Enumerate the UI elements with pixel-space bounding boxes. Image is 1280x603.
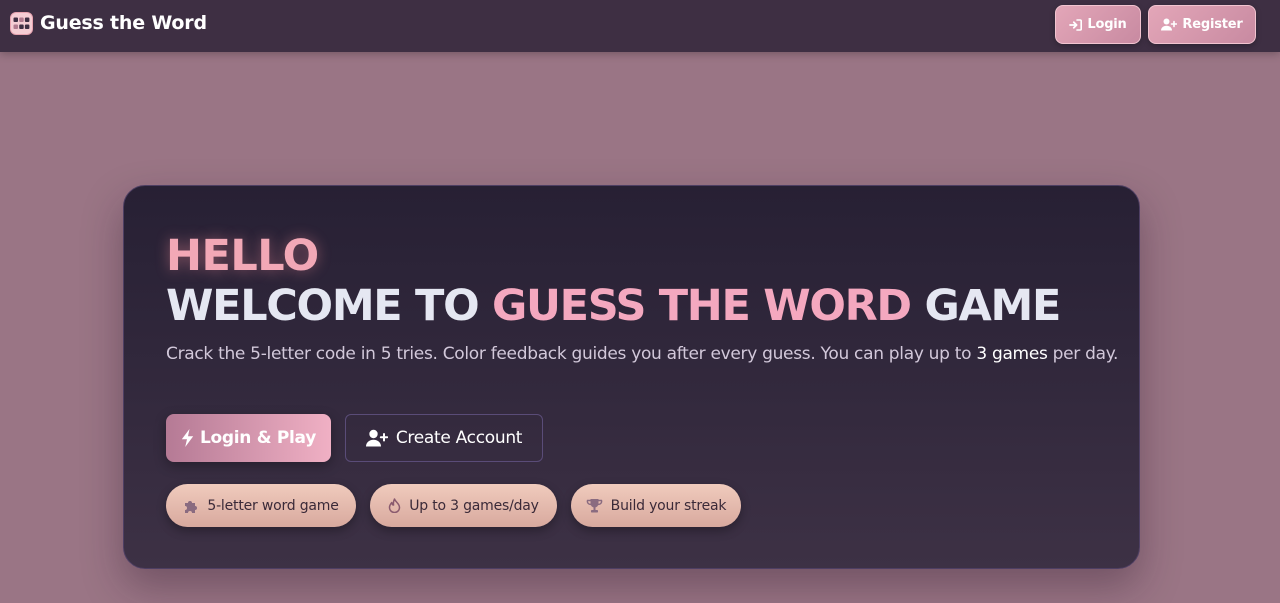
hello-heading: HELLO <box>166 231 319 281</box>
feature-pill-games-per-day: Up to 3 games/day <box>370 484 557 527</box>
sign-in-icon <box>1069 18 1083 31</box>
hero-card: HELLO WELCOME TO GUESS THE WORD GAME Cra… <box>123 185 1140 569</box>
nav-login-button[interactable]: Login <box>1055 5 1141 44</box>
bolt-icon <box>181 429 194 447</box>
pill-label: 5-letter word game <box>207 497 339 514</box>
description-suffix: per day. <box>1052 344 1119 364</box>
nav-register-label: Register <box>1182 17 1243 32</box>
pill-label: Up to 3 games/day <box>409 497 539 514</box>
description-prefix: Crack the 5-letter code in 5 tries. Colo… <box>166 344 972 364</box>
welcome-suffix: GAME <box>924 281 1062 331</box>
feature-pill-word-game: 5-letter word game <box>166 484 356 527</box>
description-highlight: 3 games <box>976 344 1048 364</box>
create-account-label: Create Account <box>395 428 523 448</box>
hero-description: Crack the 5-letter code in 5 tries. Colo… <box>166 341 1126 368</box>
welcome-heading: WELCOME TO GUESS THE WORD GAME <box>166 280 1062 332</box>
fire-icon <box>388 498 401 513</box>
brand-title: Guess the Word <box>40 12 207 34</box>
puzzle-icon <box>183 498 199 514</box>
user-plus-icon <box>365 429 388 447</box>
login-and-play-button[interactable]: Login & Play <box>166 414 331 462</box>
login-and-play-label: Login & Play <box>200 428 316 448</box>
create-account-button[interactable]: Create Account <box>345 414 543 462</box>
top-navbar: Guess the Word Login Register <box>0 0 1280 52</box>
welcome-prefix: WELCOME TO <box>166 281 480 331</box>
nav-register-button[interactable]: Register <box>1148 5 1256 44</box>
welcome-accent: GUESS THE WORD <box>492 281 912 331</box>
nav-login-label: Login <box>1087 17 1127 32</box>
brand[interactable]: Guess the Word <box>10 12 207 35</box>
trophy-icon <box>586 498 603 513</box>
user-plus-icon <box>1161 18 1178 31</box>
feature-pill-streak: Build your streak <box>571 484 741 527</box>
game-tiles-icon <box>10 12 33 35</box>
pill-label: Build your streak <box>610 497 727 514</box>
